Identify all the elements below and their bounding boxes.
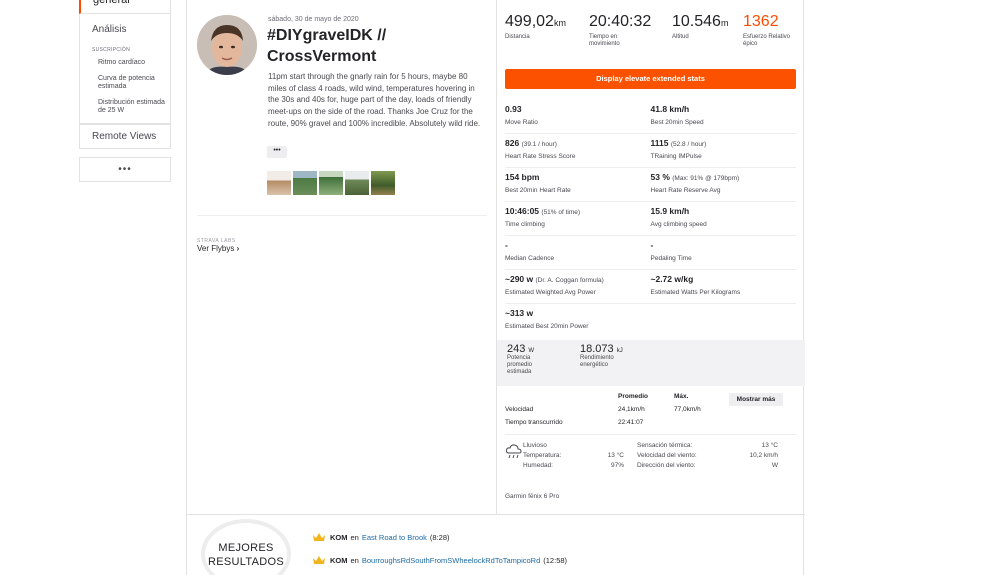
left-nav: general Análisis SUSCRIPCIÓN Ritmo cardí… [79, 0, 171, 182]
nav-item-analysis[interactable]: Análisis [80, 14, 170, 43]
row-label-elapsed: Tiempo transcurrido [505, 419, 563, 426]
nav-box: Análisis SUSCRIPCIÓN Ritmo cardíaco Curv… [79, 14, 171, 124]
stat-watts-per-kg: ~2.72 w/kg Estimated Watts Per Kilograms [650, 274, 741, 296]
stat-best-20min-speed: 41.8 km/h Best 20min Speed [650, 104, 704, 126]
stat-avg-climbing-speed: 15.9 km/h Avg climbing speed [650, 206, 707, 228]
nav-item-heart-rate[interactable]: Ritmo cardíaco [80, 59, 170, 75]
nav-box-remote: Remote Views [79, 124, 171, 149]
segment-link[interactable]: East Road to Brook [362, 533, 427, 542]
nav-item-power-curve[interactable]: Curva de potencia estimada [80, 75, 170, 99]
activity-summary: sábado, 30 de mayo de 2020 #DIYgraveIDK … [187, 0, 496, 515]
elapsed-avg: 22:41:07 [618, 419, 644, 426]
weather-wind-dir-value: W [771, 462, 778, 469]
stats-row: ~313 w Estimated Best 20min Power [505, 304, 796, 338]
device-name: Garmin fēnix 6 Pro [505, 493, 560, 500]
stat-relative-effort[interactable]: 1362 Esfuerzo Relativo épico [743, 13, 803, 48]
stat-trimp: 1115 (52.8 / hour) TRaining IMPulse [650, 138, 707, 160]
segment-link[interactable]: BourroughsRdSouthFromSWheelockRdToTampic… [362, 556, 540, 565]
stat-median-cadence: - Median Cadence [505, 240, 555, 262]
weather-humidity-value: 97% [610, 462, 624, 469]
stats-row: 0.93 Move Ratio 41.8 km/h Best 20min Spe… [505, 100, 796, 134]
power-summary: 243 W Potencia promedio estimada 18.073 … [497, 340, 805, 386]
nav-item-remote-views[interactable]: Remote Views [80, 125, 170, 148]
stat-time-climbing: 10:46:05 (51% of time) Time climbing [505, 206, 581, 228]
stat-best-20min-power: ~313 w Estimated Best 20min Power [505, 308, 589, 330]
photo-thumbnail[interactable] [345, 171, 369, 195]
stat-best-20min-hr: 154 bpm Best 20min Heart Rate [505, 172, 571, 194]
weather-wind-speed-value: 10,2 km/h [749, 452, 778, 459]
weather-feels-value: 13 °C [761, 442, 778, 449]
nav-more-button[interactable]: ••• [79, 157, 171, 182]
elevate-extended-stats-button[interactable]: Display elevate extended stats [505, 69, 796, 89]
stat-elevation: 10.546m Altitud [672, 13, 729, 40]
crown-icon [313, 556, 325, 564]
nav-item-power-distribution[interactable]: Distribución estimada de 25 W [80, 99, 170, 123]
avatar[interactable] [197, 15, 257, 75]
stats-row: ~290 w (Dr. A. Coggan formula) Estimated … [505, 270, 796, 304]
best-efforts-section: MEJORES RESULTADOS KOM en East Road to Br… [187, 514, 805, 575]
row-label-speed: Velocidad [505, 406, 534, 413]
stat-moving-time: 20:40:32 Tiempo en movimiento [589, 13, 652, 47]
nav-subscription-heading: SUSCRIPCIÓN [92, 47, 131, 53]
kom-item: KOM en East Road to Brook (8:28) [313, 533, 449, 542]
top-stats: 499,02km Distancia 20:40:32 Tiempo en mo… [505, 13, 803, 48]
stats-row: 826 (39.1 / hour) Heart Rate Stress Score… [505, 134, 796, 168]
photo-thumbnail[interactable] [371, 171, 395, 195]
activity-card: sábado, 30 de mayo de 2020 #DIYgraveIDK … [186, 0, 805, 575]
rain-cloud-icon [505, 444, 522, 459]
stat-pedaling-time: - Pedaling Time [650, 240, 692, 262]
chevron-right-icon: › [236, 244, 240, 253]
photo-thumbnail[interactable] [293, 171, 317, 195]
nav-item-general[interactable]: general [79, 0, 171, 14]
description-more-button[interactable]: ••• [267, 146, 287, 158]
activity-title: #DIYgraveIDK // CrossVermont [267, 27, 387, 65]
stat-avg-power: 243 W Potencia promedio estimada [507, 343, 535, 375]
kom-item: KOM en BourroughsRdSouthFromSWheelockRdTo… [313, 556, 567, 565]
speed-max: 77,0km/h [674, 406, 701, 413]
weather-condition: Lluvioso [523, 442, 547, 449]
weather-temp-value: 13 °C [607, 452, 624, 459]
col-header-max: Máx. [674, 393, 689, 400]
stat-hrss: 826 (39.1 / hour) Heart Rate Stress Score [505, 138, 576, 160]
weather-feels-label: Sensación térmica: [637, 442, 693, 449]
divider [197, 215, 487, 216]
crown-icon [313, 533, 325, 541]
col-header-avg: Promedio [618, 393, 648, 400]
stat-move-ratio: 0.93 Move Ratio [505, 104, 538, 126]
divider [505, 434, 796, 435]
stats-row: 10:46:05 (51% of time) Time climbing 15.9… [505, 202, 796, 236]
weather-temp-label: Temperatura: [523, 452, 562, 459]
stat-energy: 18.073 kJ Rendimiento energético [580, 343, 623, 368]
stats-row: - Median Cadence - Pedaling Time [505, 236, 796, 270]
weather-wind-speed-label: Velocidad del viento: [637, 452, 697, 459]
stat-weighted-avg-power: ~290 w (Dr. A. Coggan formula) Estimated … [505, 274, 604, 296]
photo-thumbnail[interactable] [319, 171, 343, 195]
stat-hr-reserve: 53 % (Max: 91% @ 179bpm) Heart Rate Reser… [650, 172, 740, 194]
stats-row: 154 bpm Best 20min Heart Rate 53 % (Max:… [505, 168, 796, 202]
weather-humidity-label: Humedad: [523, 462, 553, 469]
activity-description: 11pm start through the gnarly rain for 5… [268, 72, 481, 128]
photo-thumbnail[interactable] [267, 171, 291, 195]
speed-avg: 24,1km/h [618, 406, 645, 413]
activity-date: sábado, 30 de mayo de 2020 [268, 16, 359, 23]
photo-strip [267, 171, 395, 195]
show-more-button[interactable]: Mostrar más [729, 393, 783, 406]
weather-wind-dir-label: Dirección del viento: [637, 462, 696, 469]
extended-stats-grid: 0.93 Move Ratio 41.8 km/h Best 20min Spe… [505, 100, 796, 338]
best-results-badge: MEJORES RESULTADOS [201, 519, 291, 575]
stat-distance: 499,02km Distancia [505, 13, 566, 40]
activity-stats: 499,02km Distancia 20:40:32 Tiempo en mo… [496, 0, 805, 515]
flyby-link[interactable]: Ver Flybys › [197, 244, 239, 253]
